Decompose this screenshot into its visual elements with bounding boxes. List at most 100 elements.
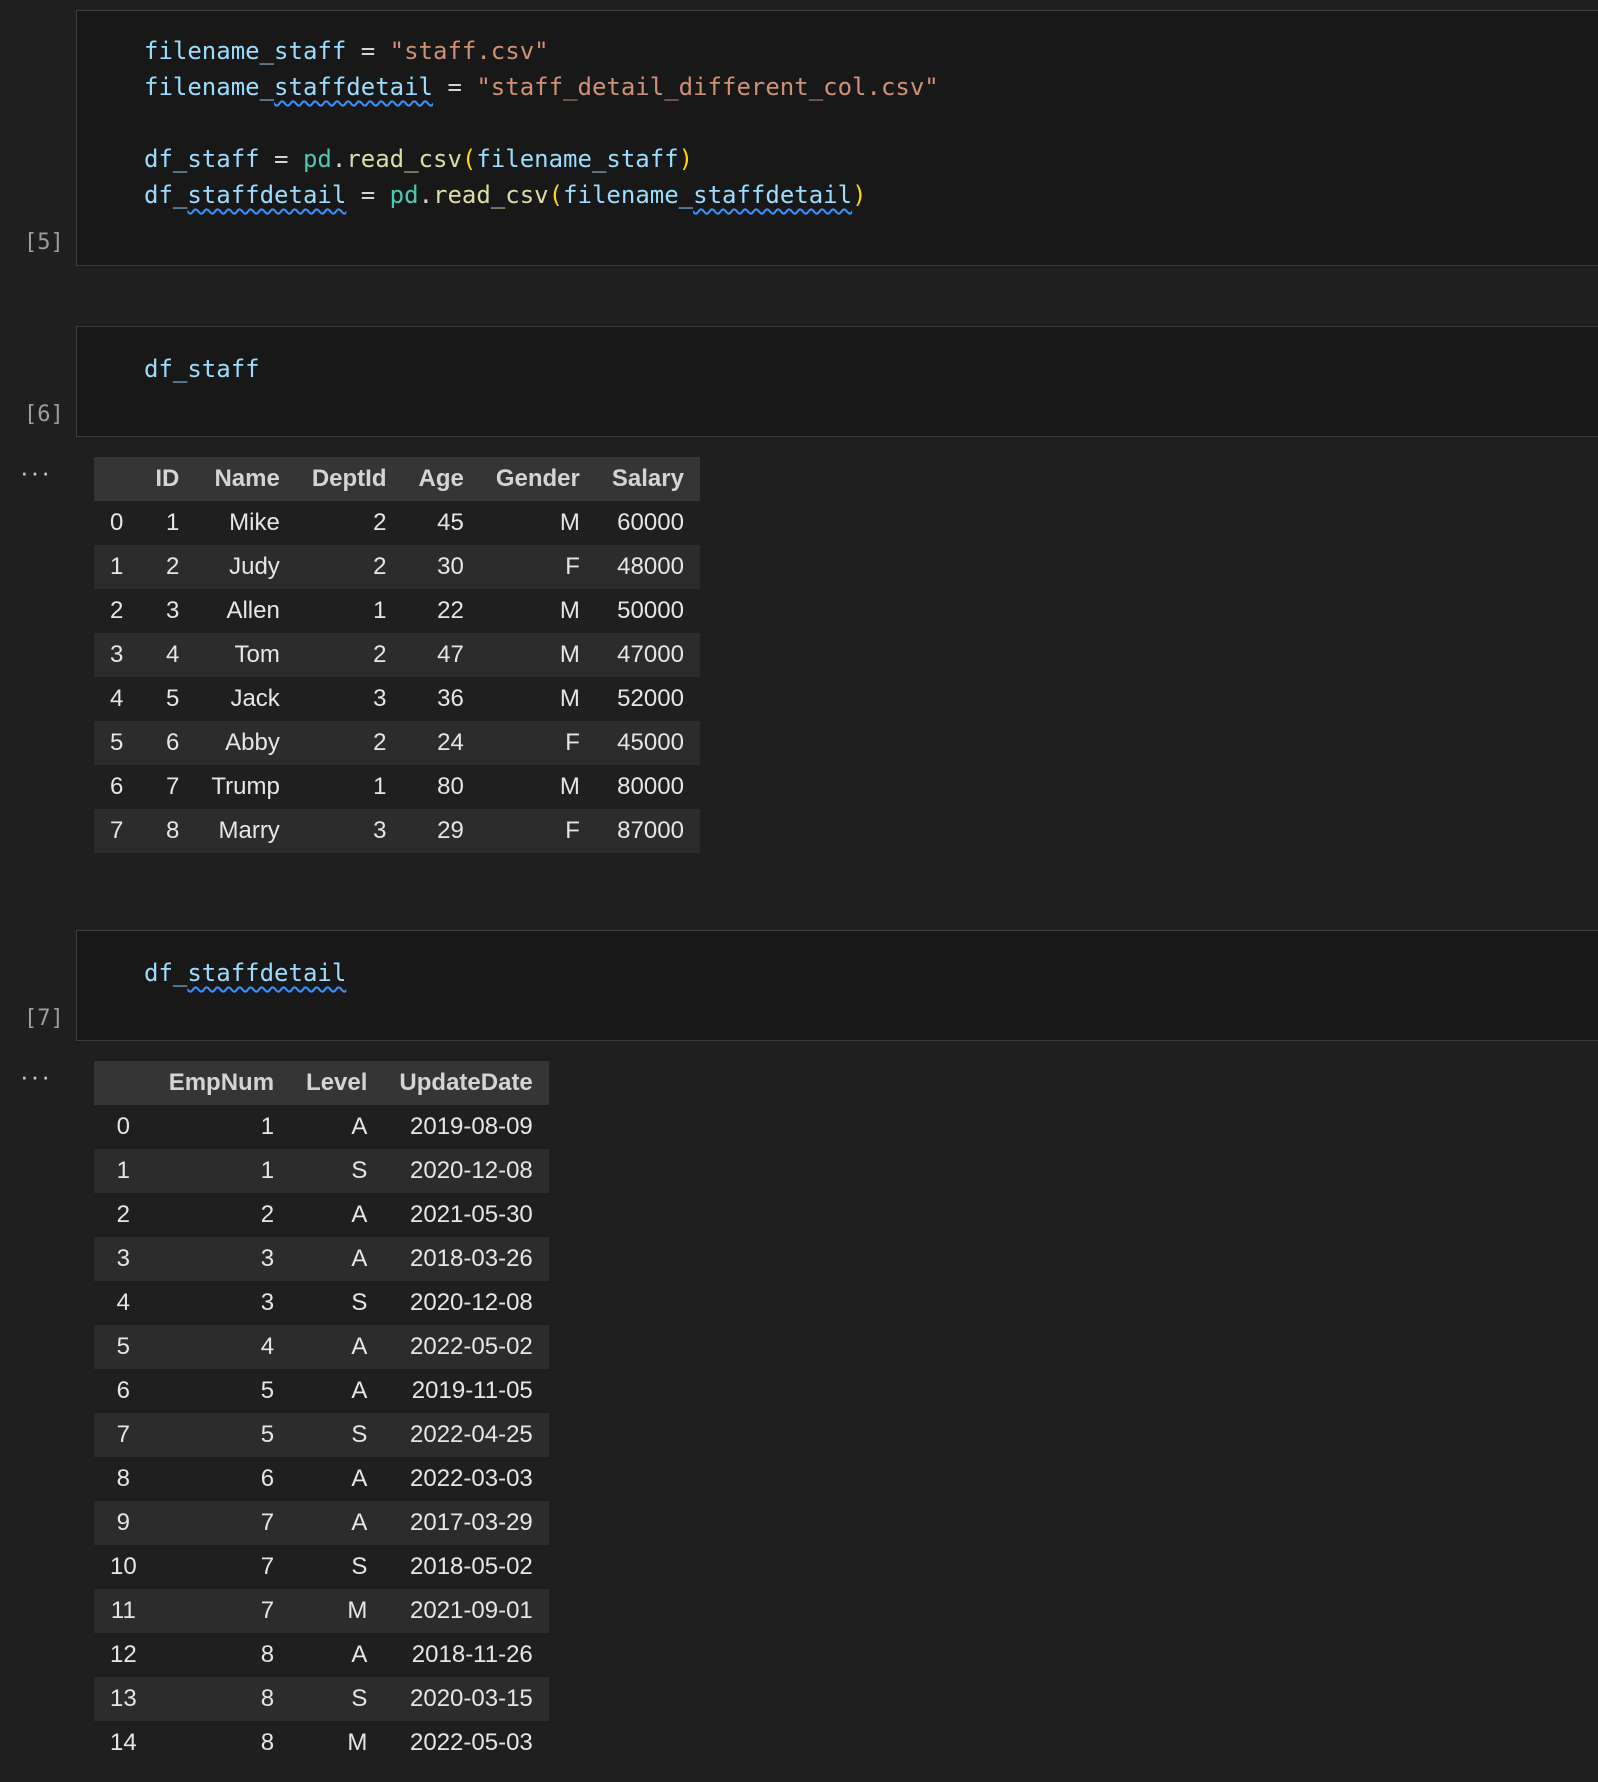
table-cell: 29 [437, 817, 464, 844]
table-cell: 2020-12-08 [410, 1157, 533, 1184]
table-row: 1 2 Judy 2 30 F 48000 [94, 545, 700, 589]
table-cell: F [565, 553, 580, 580]
output-more-icon[interactable]: ··· [20, 459, 52, 485]
table-cell: M [559, 685, 580, 712]
table-cell: 3 [373, 685, 387, 712]
table-row: 7 8 Marry 3 29 F 87000 [94, 809, 700, 853]
column-header: Level [290, 1061, 384, 1105]
table-cell: Judy [229, 553, 280, 580]
table-cell: A [351, 1465, 368, 1492]
column-header: EmpNum [152, 1061, 291, 1105]
table-cell: 2021-09-01 [410, 1597, 533, 1624]
table-row: 5 6 Abby 2 24 F 45000 [94, 721, 700, 765]
table-cell: 48000 [617, 553, 684, 580]
table-cell: Allen [226, 597, 280, 624]
table-row: 3 3 A 2018-03-26 [94, 1237, 549, 1281]
table-cell: 8 [260, 1685, 275, 1712]
table-cell: 3 [260, 1245, 275, 1272]
table-cell: 24 [437, 729, 464, 756]
table-cell: M [559, 773, 580, 800]
table-cell: Jack [230, 685, 280, 712]
table-cell: S [351, 1685, 368, 1712]
table-row: 5 4 A 2022-05-02 [94, 1325, 549, 1369]
table-cell: 7 [260, 1509, 275, 1536]
table-row: 14 8 M 2022-05-03 [94, 1721, 549, 1765]
table-cell: 22 [437, 597, 464, 624]
table-row: 7 5 S 2022-04-25 [94, 1413, 549, 1457]
table-cell: 2017-03-29 [410, 1509, 533, 1536]
table-cell: Abby [225, 729, 280, 756]
table-row: 4 3 S 2020-12-08 [94, 1281, 549, 1325]
table-cell: 8 [260, 1729, 275, 1756]
code-cell-7[interactable]: df_staffdetail [76, 930, 1598, 1041]
code-cell-5[interactable]: filename_staff = "staff.csv" filename_st… [76, 10, 1598, 266]
table-row: 13 8 S 2020-03-15 [94, 1677, 549, 1721]
row-index: 0 [110, 509, 124, 536]
table-row: 2 3 Allen 1 22 M 50000 [94, 589, 700, 633]
column-header: DeptId [295, 457, 403, 501]
table-cell: 2022-05-02 [410, 1333, 533, 1360]
table-cell: Mike [229, 509, 280, 536]
column-header: Salary [595, 457, 700, 501]
table-cell: Trump [211, 773, 280, 800]
table-cell: 2 [373, 509, 387, 536]
table-cell: 2020-03-15 [410, 1685, 533, 1712]
row-index: 13 [110, 1685, 137, 1712]
index-header [94, 1061, 153, 1105]
row-index: 3 [116, 1245, 131, 1272]
table-cell: 30 [437, 553, 464, 580]
table-cell: 5 [166, 685, 180, 712]
table-row: 2 2 A 2021-05-30 [94, 1193, 549, 1237]
table-cell: 2 [373, 729, 387, 756]
row-index: 1 [116, 1157, 131, 1184]
lint-squiggle: staffdetail [187, 181, 347, 209]
table-row: 1 1 S 2020-12-08 [94, 1149, 549, 1193]
table-cell: 1 [260, 1113, 275, 1140]
table-cell: M [559, 597, 580, 624]
table-cell: 80000 [617, 773, 684, 800]
table-cell: 2022-04-25 [410, 1421, 533, 1448]
row-index: 7 [116, 1421, 131, 1448]
table-cell: M [559, 509, 580, 536]
table-cell: S [351, 1157, 368, 1184]
row-index: 14 [110, 1729, 137, 1756]
table-cell: 5 [260, 1421, 275, 1448]
table-cell: A [351, 1509, 368, 1536]
code-line: df_staffdetail [144, 959, 347, 987]
table-cell: A [351, 1201, 368, 1228]
index-header [94, 457, 140, 501]
table-cell: A [351, 1245, 368, 1272]
lint-squiggle: staffdetail [187, 959, 347, 987]
table-cell: 2022-05-03 [410, 1729, 533, 1756]
row-index: 6 [116, 1377, 131, 1404]
table-cell: M [559, 641, 580, 668]
row-index: 7 [110, 817, 124, 844]
code-line: filename_staff = "staff.csv" [144, 37, 549, 65]
row-index: 8 [116, 1465, 131, 1492]
row-index: 2 [110, 597, 124, 624]
table-cell: Marry [218, 817, 280, 844]
table-cell: A [351, 1641, 368, 1668]
table-row: 11 7 M 2021-09-01 [94, 1589, 549, 1633]
table-cell: 2019-11-05 [411, 1377, 533, 1404]
table-cell: 2018-03-26 [410, 1245, 533, 1272]
output-more-icon[interactable]: ··· [20, 1063, 52, 1089]
code-cell-6[interactable]: df_staff [76, 326, 1598, 437]
row-index: 0 [116, 1113, 131, 1140]
table-cell: 6 [166, 729, 180, 756]
table-cell: 7 [166, 773, 180, 800]
table-cell: M [347, 1729, 368, 1756]
table-row: 4 5 Jack 3 36 M 52000 [94, 677, 700, 721]
table-row: 9 7 A 2017-03-29 [94, 1501, 549, 1545]
table-cell: A [351, 1333, 368, 1360]
table-row: 6 5 A 2019-11-05 [94, 1369, 549, 1413]
table-cell: A [351, 1377, 368, 1404]
row-index: 2 [116, 1201, 131, 1228]
table-row: 8 6 A 2022-03-03 [94, 1457, 549, 1501]
dataframe-staffdetail: EmpNum Level UpdateDate 0 1 A 2019-08-09 1 1 S 20… [94, 1061, 549, 1765]
row-index: 4 [116, 1289, 131, 1316]
column-header: Age [402, 457, 480, 501]
column-header: UpdateDate [383, 1061, 549, 1105]
code-line: df_staff [144, 355, 260, 383]
table-cell: 47 [437, 641, 464, 668]
